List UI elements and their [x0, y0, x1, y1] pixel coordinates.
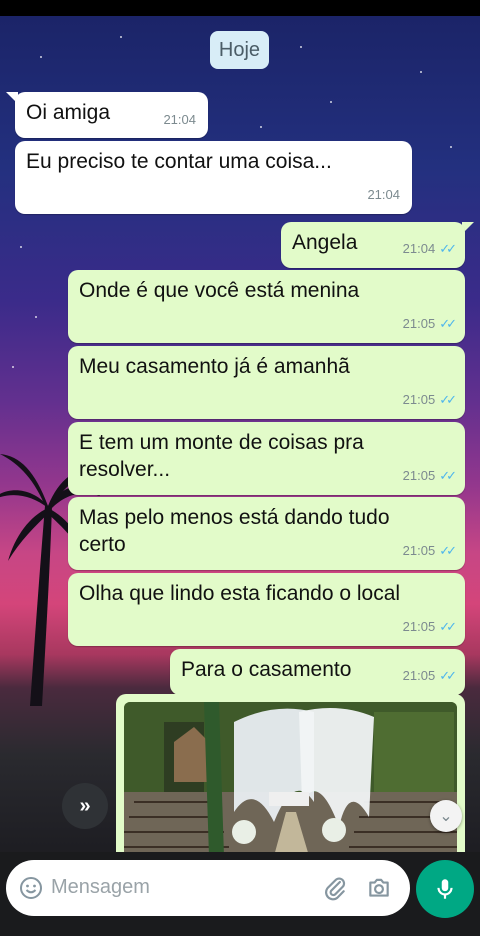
message-bubble-outgoing[interactable]: Olha que lindo esta ficando o local 21:0… [68, 573, 465, 646]
double-check-icon: ✓✓ [439, 392, 457, 407]
message-text: Meu casamento já é amanhã [79, 355, 350, 378]
microphone-icon [437, 879, 453, 899]
forward-button[interactable]: » [62, 783, 108, 829]
emoji-icon[interactable] [19, 876, 43, 900]
message-input-bar[interactable]: Mensagem [6, 860, 410, 916]
message-text: Onde é que você está menina [79, 279, 360, 302]
double-check-icon: ✓✓ [439, 241, 457, 256]
message-bubble-incoming[interactable]: Eu preciso te contar uma coisa... 21:04 [15, 141, 412, 214]
message-meta: 21:05 ✓✓ [403, 386, 457, 413]
message-bubble-incoming[interactable]: Oi amiga 21:04 [15, 92, 208, 138]
message-bubble-outgoing[interactable]: Angela 21:04 ✓✓ [281, 222, 465, 268]
message-bubble-outgoing[interactable]: Para o casamento 21:05 ✓✓ [170, 649, 465, 695]
message-bubble-outgoing[interactable]: Meu casamento já é amanhã 21:05 ✓✓ [68, 346, 465, 419]
double-check-icon: ✓✓ [439, 468, 457, 483]
message-time: 21:04 [367, 187, 400, 202]
camera-icon[interactable] [366, 875, 392, 901]
message-time: 21:04 [163, 112, 196, 127]
image-message-bubble[interactable] [116, 694, 465, 856]
message-meta: 21:05 ✓✓ [403, 310, 457, 337]
message-text: Mas pelo menos está dando tudo certo [79, 506, 390, 556]
scroll-down-icon: ⌄ [439, 808, 453, 825]
message-text: E tem um monte de coisas pra resolver... [79, 431, 364, 481]
double-check-icon: ✓✓ [439, 668, 457, 683]
message-bubble-outgoing[interactable]: E tem um monte de coisas pra resolver...… [68, 422, 465, 495]
message-meta: 21:05 ✓✓ [403, 462, 457, 489]
scroll-to-bottom-button[interactable]: ⌄ [430, 800, 462, 832]
message-meta: 21:05 ✓✓ [403, 613, 457, 640]
message-meta: 21:04 ✓✓ [403, 235, 457, 262]
message-text: Olha que lindo esta ficando o local [79, 582, 401, 605]
message-text: Eu preciso te contar uma coisa... [26, 150, 332, 173]
wedding-venue-photo[interactable] [124, 702, 457, 856]
date-separator: Hoje [210, 31, 269, 69]
status-bar [0, 0, 480, 16]
message-meta: 21:05 ✓✓ [403, 662, 457, 689]
paperclip-icon[interactable] [322, 875, 348, 901]
double-check-icon: ✓✓ [439, 316, 457, 331]
message-meta: 21:05 ✓✓ [403, 537, 457, 564]
message-bubble-outgoing[interactable]: Onde é que você está menina 21:05 ✓✓ [68, 270, 465, 343]
forward-icon: » [79, 794, 91, 817]
double-check-icon: ✓✓ [439, 619, 457, 634]
message-bubble-outgoing[interactable]: Mas pelo menos está dando tudo certo 21:… [68, 497, 465, 570]
message-input-placeholder[interactable]: Mensagem [51, 876, 150, 899]
voice-message-button[interactable] [416, 860, 474, 918]
double-check-icon: ✓✓ [439, 543, 457, 558]
